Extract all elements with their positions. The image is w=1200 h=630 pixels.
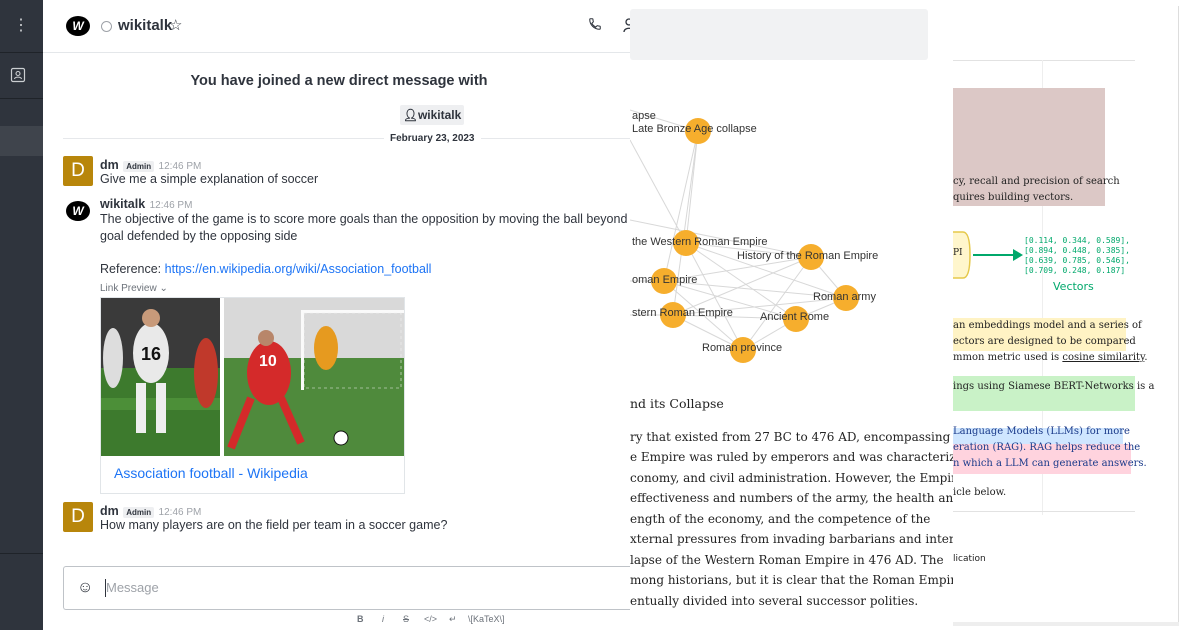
doc-rule <box>953 511 1135 512</box>
link-preview-toggle[interactable]: Link Preview ⌄ <box>100 283 168 294</box>
graph-label: the Western Roman Empire <box>632 236 768 248</box>
graph-label: stern Roman Empire <box>632 307 733 319</box>
article-line: mong historians, but it is clear that th… <box>630 573 953 587</box>
doc-line: n which a LLM can generate answers. <box>953 458 1147 469</box>
reference-line: Reference: https://en.wikipedia.org/wiki… <box>100 261 431 278</box>
sidebar-item-active[interactable] <box>0 126 43 156</box>
doc-link[interactable]: cosine similarity <box>1062 352 1144 363</box>
graph-search-box[interactable] <box>630 9 928 60</box>
graph-label: oman Empire <box>632 274 698 286</box>
code-button[interactable]: </> <box>424 614 437 624</box>
article-line: conomy, and civil administration. Howeve… <box>630 471 953 485</box>
doc-line: eration (RAG). RAG helps reduce the <box>953 442 1141 453</box>
user-mention-chip[interactable]: 👤︎wikitalk <box>400 105 464 125</box>
doc-line: ectors are designed to be compared <box>953 336 1136 347</box>
graph-label: Ancient Rome <box>760 311 830 323</box>
reference-label: Reference: <box>100 262 162 276</box>
reference-link[interactable]: https://en.wikipedia.org/wiki/Associatio… <box>165 262 432 276</box>
article-heading: nd its Collapse <box>630 396 724 411</box>
article-line: entually divided into several successor … <box>630 594 919 608</box>
status-offline-icon <box>101 21 112 32</box>
user-icon: 👤︎ <box>402 108 418 122</box>
doc-line: ings using Siamese BERT-Networks is a <box>953 381 1155 392</box>
room-avatar[interactable]: W <box>66 16 90 36</box>
message-body: Give me a simple explanation of soccer <box>100 172 319 186</box>
date-divider <box>63 138 635 139</box>
bold-button[interactable]: B <box>357 614 364 624</box>
message-list: You have joined a new direct message wit… <box>43 53 635 566</box>
workspace-rail: ⋮ <box>0 0 43 630</box>
phone-call-icon[interactable] <box>588 17 602 31</box>
vector-line: [0.894, 0.448, 0.385], <box>1024 246 1130 255</box>
italic-button[interactable]: i <box>382 614 384 624</box>
favorite-star-icon[interactable]: ☆ <box>169 16 182 34</box>
doc-text: mmon metric used is <box>953 352 1060 363</box>
doc-line: quires building vectors. <box>953 192 1074 203</box>
message-body-line: The objective of the game is to score mo… <box>100 212 635 226</box>
svg-text:16: 16 <box>141 344 161 364</box>
room-header: W wikitalk ☆ <box>43 0 635 53</box>
api-label: PI <box>953 248 963 258</box>
article-line: effectiveness and numbers of the army, t… <box>630 491 953 505</box>
article-line: lapse of the Western Roman Empire in 476… <box>630 553 944 567</box>
svg-text:10: 10 <box>259 353 277 370</box>
avatar[interactable]: D <box>63 502 93 532</box>
doc-line: lication <box>953 554 986 564</box>
doc-line: mmon metric used is cosine similarity. <box>953 352 1148 363</box>
strike-button[interactable]: S <box>403 614 409 624</box>
embedding-diagram-icon <box>953 231 1023 279</box>
rail-divider <box>0 98 43 99</box>
vector-line: [0.639, 0.785, 0.546], <box>1024 256 1130 265</box>
username[interactable]: dm <box>100 158 119 172</box>
doc-line: icle below. <box>953 487 1007 498</box>
doc-text: . <box>1144 352 1148 363</box>
username[interactable]: dm <box>100 504 119 518</box>
message-input[interactable]: Message <box>106 580 159 595</box>
graph-label: Late Bronze Age collapse <box>632 123 757 135</box>
doc-rule <box>953 60 1135 61</box>
room-title[interactable]: wikitalk <box>118 17 172 34</box>
doc-scroll-edge <box>953 622 1179 626</box>
multiline-button[interactable]: ↵ <box>449 614 457 625</box>
rail-divider <box>0 553 43 554</box>
doc-line: an embeddings model and a series of <box>953 320 1142 331</box>
rail-divider <box>0 52 43 53</box>
avatar[interactable]: W <box>66 201 90 221</box>
vector-line: [0.114, 0.344, 0.589], <box>1024 236 1130 245</box>
vector-line: [0.709, 0.248, 0.187] <box>1024 266 1126 275</box>
graph-label: History of the Roman Empire <box>737 250 879 262</box>
soccer-photo[interactable]: 16 10 <box>101 298 404 456</box>
joined-notice: You have joined a new direct message wit… <box>190 73 488 89</box>
emoji-icon[interactable]: ☺ <box>77 579 93 597</box>
chevron-down-icon: ⌄ <box>159 283 168 294</box>
vectors-caption: Vectors <box>1053 280 1094 293</box>
article-line: e Empire was ruled by emperors and was c… <box>630 450 953 464</box>
timestamp: 12:46 PM <box>149 200 193 211</box>
mention-label: wikitalk <box>417 108 462 122</box>
knowledge-graph-panel: apse Late Bronze Age collapse the Wester… <box>630 0 953 630</box>
directory-icon[interactable] <box>10 67 26 83</box>
document-panel: cy, recall and precision of search quire… <box>953 0 1200 630</box>
doc-line: cy, recall and precision of search <box>953 176 1120 187</box>
date-label: February 23, 2023 <box>384 133 481 144</box>
message-body: How many players are on the field per te… <box>100 518 448 532</box>
message-composer[interactable]: ☺ Message <box>63 566 635 610</box>
katex-button[interactable]: \[KaTeX\] <box>468 614 505 624</box>
article-line: ry that existed from 27 BC to 476 AD, en… <box>630 430 951 444</box>
message-body-line: goal defended by the opposing side <box>100 229 298 243</box>
username[interactable]: wikitalk <box>100 197 145 211</box>
graph-label: Roman army <box>813 291 876 303</box>
article-line: xternal pressures from invading barbaria… <box>630 532 953 546</box>
graph-label: apse <box>632 110 656 122</box>
link-preview-card[interactable]: 16 10 Association football - Wikipedia <box>100 297 405 494</box>
graph-label: Roman province <box>702 342 783 354</box>
avatar[interactable]: D <box>63 156 93 186</box>
kebab-menu-icon[interactable]: ⋮ <box>13 16 29 36</box>
doc-highlight-block <box>953 88 1105 206</box>
link-preview-title[interactable]: Association football - Wikipedia <box>114 465 308 481</box>
doc-line: Language Models (LLMs) for more <box>953 426 1130 437</box>
article-line: ength of the economy, and the competence… <box>630 512 931 526</box>
link-preview-label: Link Preview <box>100 283 157 294</box>
